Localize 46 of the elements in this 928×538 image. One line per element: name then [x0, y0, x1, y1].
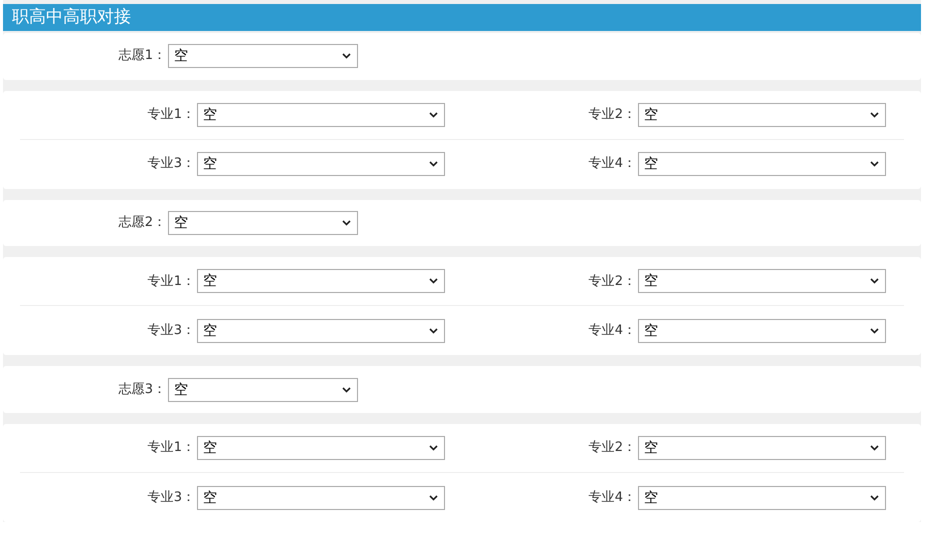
caret-icon — [870, 445, 879, 451]
dropdown[interactable]: 空 — [197, 318, 445, 343]
field-label: 专业4： — [588, 155, 636, 174]
caret-icon — [870, 112, 879, 118]
field-label: 专业1： — [148, 439, 195, 458]
caret-icon — [870, 494, 879, 500]
field-label: 专业2： — [588, 439, 636, 458]
dropdown[interactable]: 空 — [197, 269, 445, 294]
field-label: 专业1： — [148, 106, 195, 124]
caret-icon — [342, 53, 351, 60]
caret-icon — [429, 161, 438, 168]
dropdown[interactable]: 空 — [638, 486, 886, 510]
field-label: 专业4： — [588, 488, 636, 507]
dropdown[interactable]: 空 — [197, 436, 445, 460]
field-label: 志愿2： — [118, 214, 166, 232]
caret-icon — [429, 445, 438, 451]
field-label: 专业2： — [588, 106, 636, 124]
dropdown[interactable]: 空 — [168, 44, 358, 68]
field-label: 专业3： — [148, 488, 195, 507]
dropdown[interactable]: 空 — [638, 436, 886, 460]
dropdown[interactable]: 空 — [638, 318, 886, 343]
field-label: 专业1： — [148, 272, 195, 291]
caret-icon — [870, 328, 879, 334]
dropdown[interactable]: 空 — [638, 152, 886, 176]
dropdown[interactable]: 空 — [168, 210, 358, 235]
caret-icon — [429, 328, 438, 334]
caret-icon — [429, 112, 438, 118]
caret-icon — [870, 161, 879, 168]
header-title: 职高中高职对接 — [12, 8, 131, 26]
field-label: 专业4： — [588, 322, 636, 340]
field-label: 志愿3： — [118, 380, 166, 399]
dropdown[interactable]: 空 — [638, 269, 886, 294]
dropdown[interactable]: 空 — [197, 102, 445, 127]
caret-icon — [429, 494, 438, 500]
dropdown[interactable]: 空 — [197, 152, 445, 176]
dropdown[interactable]: 空 — [197, 486, 445, 510]
field-label: 专业3： — [148, 155, 195, 174]
dropdown[interactable]: 空 — [168, 378, 358, 402]
field-label: 志愿1： — [118, 47, 166, 66]
caret-icon — [342, 386, 351, 393]
caret-icon — [870, 278, 879, 284]
caret-icon — [342, 220, 351, 226]
field-label: 专业3： — [148, 322, 195, 340]
caret-icon — [429, 278, 438, 284]
field-label: 专业2： — [588, 272, 636, 291]
dropdown[interactable]: 空 — [638, 102, 886, 127]
